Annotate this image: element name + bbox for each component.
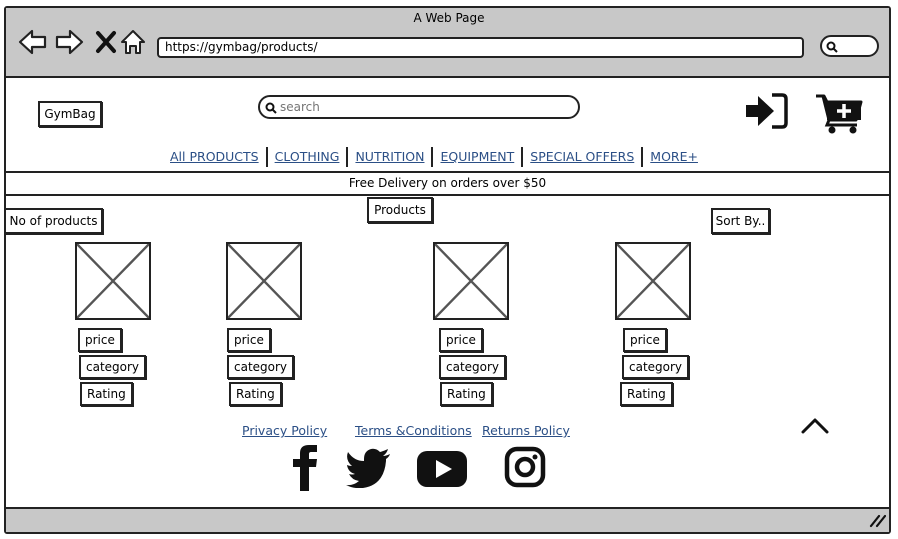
terms-conditions-link[interactable]: Terms &Conditions [355,423,472,438]
arrow-right-icon[interactable] [54,28,84,56]
menu-all-products[interactable]: All PRODUCTS [163,147,266,167]
main-menu: All PRODUCTS CLOTHING NUTRITION EQUIPMEN… [163,146,705,168]
window-title: A Web Page [413,11,485,25]
instagram-icon[interactable] [504,446,546,488]
product-card[interactable] [226,242,302,324]
product-card[interactable] [615,242,691,324]
product-image[interactable] [615,242,691,320]
product-rating: Rating [229,382,282,406]
search-icon [265,102,277,114]
privacy-policy-link[interactable]: Privacy Policy [242,423,327,438]
sort-dropdown[interactable]: Sort By.. [711,208,770,234]
product-image[interactable] [433,242,509,320]
section-title: Products [367,197,433,223]
product-price: price [439,328,483,352]
chevron-up-icon[interactable] [800,416,830,436]
returns-policy-link[interactable]: Returns Policy [482,423,570,438]
search-input[interactable] [280,99,570,115]
cart-plus-icon[interactable] [814,92,864,134]
product-price: price [78,328,122,352]
product-category: category [622,355,690,379]
product-rating: Rating [440,382,493,406]
resize-grip-icon[interactable] [868,514,886,528]
delivery-banner: Free Delivery on orders over $50 [4,171,891,196]
home-icon[interactable] [119,28,149,56]
product-card[interactable] [75,242,151,324]
site-logo[interactable]: GymBag [38,101,102,127]
product-category: category [439,355,507,379]
menu-equipment[interactable]: EQUIPMENT [431,147,521,167]
search-icon [826,41,838,53]
product-rating: Rating [80,382,133,406]
product-price: price [227,328,271,352]
address-bar[interactable]: https://gymbag/products/ [157,37,804,58]
product-category: category [227,355,295,379]
menu-special-offers[interactable]: SPECIAL OFFERS [521,147,641,167]
product-rating: Rating [620,382,673,406]
browser-statusbar [6,507,889,532]
product-image[interactable] [226,242,302,320]
menu-nutrition[interactable]: NUTRITION [346,147,431,167]
product-price: price [623,328,667,352]
twitter-icon[interactable] [346,448,392,488]
close-icon[interactable] [92,28,122,56]
menu-clothing[interactable]: CLOTHING [265,147,347,167]
youtube-icon[interactable] [416,450,468,488]
site-search[interactable] [258,95,580,119]
sign-in-icon[interactable] [744,92,788,130]
facebook-icon[interactable] [290,443,320,491]
menu-more[interactable]: MORE+ [641,147,705,167]
product-card[interactable] [433,242,509,324]
browser-search-box[interactable] [820,35,879,57]
product-count: No of products [4,208,103,234]
product-category: category [79,355,147,379]
product-image[interactable] [75,242,151,320]
arrow-left-icon[interactable] [18,28,48,56]
